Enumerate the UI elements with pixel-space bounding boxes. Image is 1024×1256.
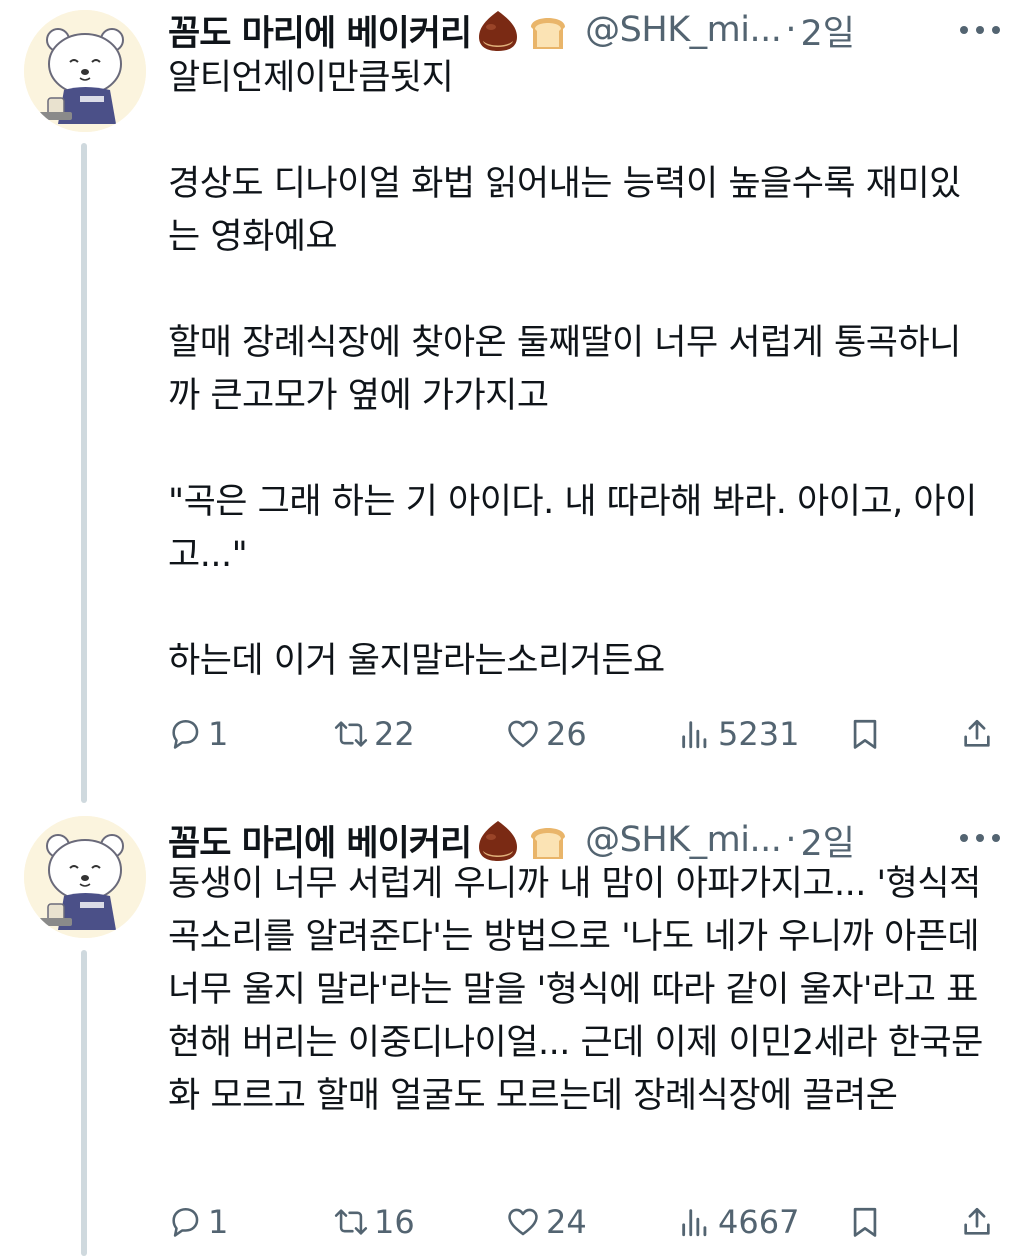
like-button[interactable]: 24 xyxy=(506,1198,587,1246)
tweet[interactable]: 꼼도 마리에 베이커리 @SHK_mi... · 2일 동생이 너무 서럽게 우… xyxy=(0,808,1024,1256)
retweet-icon xyxy=(334,1209,368,1235)
views-button[interactable]: 4667 xyxy=(678,1198,799,1246)
reply-button[interactable]: 1 xyxy=(168,710,228,758)
like-count: 24 xyxy=(546,1203,587,1241)
retweet-count: 16 xyxy=(374,1203,415,1241)
avatar[interactable] xyxy=(24,10,146,132)
reply-count: 1 xyxy=(208,1203,229,1241)
tweet-paragraph: "곡은 그래 하는 기 아이다. 내 따라해 봐라. 아이고, 아이고..." xyxy=(168,482,977,575)
tweet[interactable]: 꼼도 마리에 베이커리 @SHK_mi... · 2일 알티언제이만큼됫지 경상… xyxy=(0,0,1024,808)
bear-avatar-icon xyxy=(24,816,146,938)
more-options-icon[interactable] xyxy=(958,22,1002,38)
bookmark-button[interactable] xyxy=(848,1198,882,1246)
heart-icon xyxy=(508,720,538,748)
share-icon xyxy=(964,719,990,747)
bookmark-icon xyxy=(853,719,877,749)
chestnut-icon xyxy=(479,821,518,861)
tweet-paragraph: 알티언제이만큼됫지 xyxy=(168,58,454,98)
thread-line xyxy=(81,950,87,1256)
separator: · xyxy=(785,10,797,50)
chestnut-icon xyxy=(479,11,518,51)
tweet-date[interactable]: 2일 xyxy=(801,5,855,56)
author-handle[interactable]: @SHK_mi... xyxy=(585,820,782,860)
author-handle[interactable]: @SHK_mi... xyxy=(585,10,782,50)
like-count: 26 xyxy=(546,715,587,753)
view-count: 5231 xyxy=(718,715,800,753)
views-chart-icon xyxy=(682,721,707,749)
bread-icon xyxy=(531,18,566,49)
bread-icon xyxy=(531,828,566,859)
like-button[interactable]: 26 xyxy=(506,710,587,758)
tweet-paragraph: 경상도 디나이얼 화법 읽어내는 능력이 높을수록 재미있는 영화예요 xyxy=(168,164,961,257)
thread-line xyxy=(81,143,87,803)
view-count: 4667 xyxy=(718,1203,800,1241)
reply-count: 1 xyxy=(208,715,229,753)
tweet-header: 꼼도 마리에 베이커리 @SHK_mi... · 2일 xyxy=(168,0,1004,60)
heart-icon xyxy=(508,1208,538,1236)
tweet-text: 동생이 너무 서럽게 우니까 내 맘이 아파가지고... '형식적 곡소리를 알… xyxy=(168,858,988,1123)
action-bar: 1 16 24 4667 xyxy=(168,1198,998,1246)
retweet-button[interactable]: 16 xyxy=(334,1198,415,1246)
reply-icon xyxy=(172,1207,199,1237)
separator: · xyxy=(785,820,797,860)
bear-avatar-icon xyxy=(24,10,146,132)
author-name[interactable]: 꼼도 마리에 베이커리 xyxy=(168,5,472,56)
tweet-text: 알티언제이만큼됫지 경상도 디나이얼 화법 읽어내는 능력이 높을수록 재미있는… xyxy=(168,52,988,688)
views-button[interactable]: 5231 xyxy=(678,710,799,758)
more-options-icon[interactable] xyxy=(958,830,1002,846)
share-button[interactable] xyxy=(960,1198,994,1246)
bookmark-icon xyxy=(853,1207,877,1237)
tweet-paragraph: 동생이 너무 서럽게 우니까 내 맘이 아파가지고... '형식적 곡소리를 알… xyxy=(168,864,983,1116)
avatar[interactable] xyxy=(24,816,146,938)
retweet-count: 22 xyxy=(374,715,415,753)
tweet-paragraph: 할매 장례식장에 찾아온 둘째딸이 너무 서럽게 통곡하니까 큰고모가 옆에 가… xyxy=(168,323,961,416)
share-icon xyxy=(964,1207,990,1235)
retweet-icon xyxy=(334,721,368,747)
bookmark-button[interactable] xyxy=(848,710,882,758)
action-bar: 1 22 26 5231 xyxy=(168,710,998,758)
reply-button[interactable]: 1 xyxy=(168,1198,228,1246)
reply-icon xyxy=(172,719,199,749)
share-button[interactable] xyxy=(960,710,994,758)
tweet-paragraph: 하는데 이거 울지말라는소리거든요 xyxy=(168,641,665,681)
retweet-button[interactable]: 22 xyxy=(334,710,415,758)
views-chart-icon xyxy=(682,1209,707,1237)
